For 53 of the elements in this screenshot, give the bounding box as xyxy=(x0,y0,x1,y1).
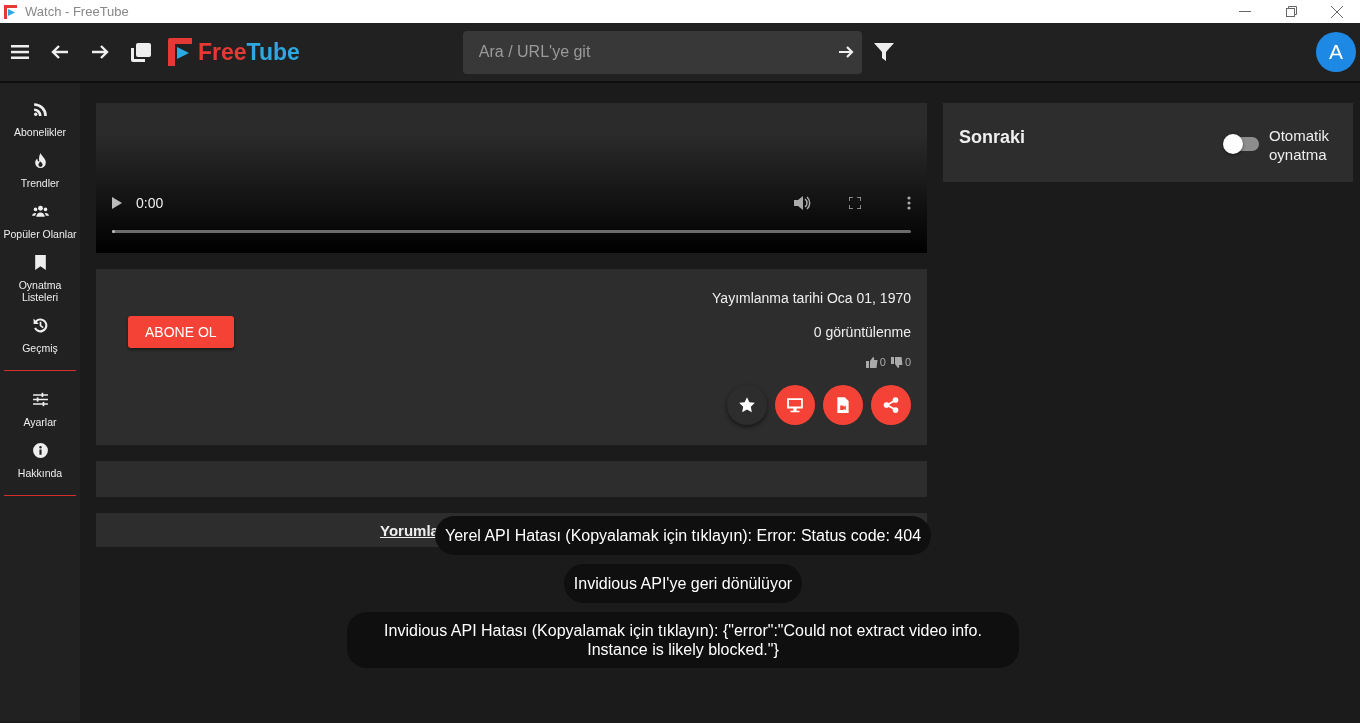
window-title: Watch - FreeTube xyxy=(25,4,129,19)
app-logo-icon xyxy=(3,3,19,20)
sidebar-item[interactable]: Abonelikler xyxy=(0,93,80,144)
sidebar-item[interactable]: Hakkında xyxy=(0,434,80,485)
people-icon xyxy=(31,203,49,220)
forward-arrow-icon[interactable] xyxy=(91,44,109,60)
avatar[interactable]: A xyxy=(1316,32,1356,72)
volume-icon[interactable] xyxy=(794,196,811,210)
sliders-icon xyxy=(31,391,49,408)
sidebar-item[interactable]: Oynatma Listeleri xyxy=(0,246,80,309)
thumbs-down-icon xyxy=(890,356,903,368)
view-count: 0 görüntülenme xyxy=(813,324,911,340)
sidebar-item[interactable]: Geçmiş xyxy=(0,309,80,360)
toast-message[interactable]: Invidious API Hatası (Kopyalamak için tıklayın): {"error":"Could not extract video info. Instance is likely blocked."} xyxy=(347,612,1019,668)
info-icon xyxy=(31,442,49,459)
logo-icon xyxy=(168,38,194,66)
subscribe-button[interactable]: ABONE OL xyxy=(128,316,234,348)
more-options-icon[interactable] xyxy=(907,196,911,210)
logo-text: FreeTube xyxy=(198,38,300,66)
copy-icon[interactable] xyxy=(131,42,151,62)
minimize-icon[interactable] xyxy=(1239,10,1251,13)
video-file-button[interactable] xyxy=(823,385,863,425)
arrow-icon[interactable] xyxy=(837,44,854,59)
dislike-count: 0 xyxy=(904,356,911,368)
fullscreen-icon[interactable] xyxy=(849,197,861,209)
star-icon xyxy=(738,396,756,414)
search-field[interactable]: Ara / URL'ye git xyxy=(462,30,862,74)
monitor-button[interactable] xyxy=(775,385,815,425)
history-icon xyxy=(31,317,49,334)
share-button[interactable] xyxy=(871,385,911,425)
filter-icon[interactable] xyxy=(873,42,894,62)
sidebar-item[interactable]: Trendler xyxy=(0,144,80,195)
video-file-icon xyxy=(834,396,852,414)
autoplay-toggle[interactable] xyxy=(1225,137,1259,151)
sidebar-item[interactable]: Ayarlar xyxy=(0,383,80,434)
like-count: 0 xyxy=(879,356,886,368)
autoplay-label: Otomatik oynatma xyxy=(1269,126,1330,164)
menu-icon[interactable] xyxy=(11,44,29,60)
play-icon[interactable] xyxy=(112,197,122,209)
rss-icon xyxy=(31,101,49,118)
close-icon[interactable] xyxy=(1331,5,1343,18)
up-next-title: Sonraki xyxy=(959,127,1026,148)
back-arrow-icon[interactable] xyxy=(51,44,69,60)
share-icon xyxy=(882,396,900,414)
toast-message[interactable]: Invidious API'ye geri dönülüyor xyxy=(563,564,803,603)
monitor-icon xyxy=(786,396,804,414)
star-button[interactable] xyxy=(727,385,767,425)
restore-icon[interactable] xyxy=(1285,6,1297,17)
publish-date: Yayımlanma tarihi Oca 01, 1970 xyxy=(712,290,911,306)
sidebar-item[interactable]: Popüler Olanlar xyxy=(0,195,80,246)
thumbs-up-icon xyxy=(865,356,878,368)
video-player[interactable]: 0:00 xyxy=(96,103,927,253)
time-label: 0:00 xyxy=(136,195,164,211)
